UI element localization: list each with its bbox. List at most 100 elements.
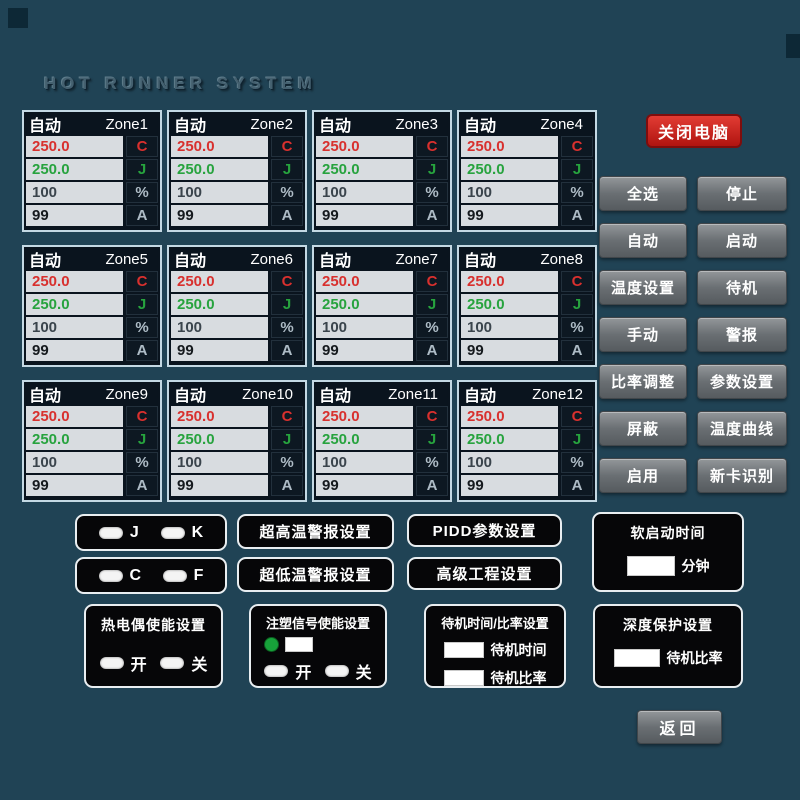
tc-type-k-option[interactable]: K (161, 524, 204, 542)
zone-set-value: 250.0 (171, 159, 268, 180)
zone-panel[interactable]: 自动 Zone10 250.0 C 250.0 J 100 % 99 A (167, 380, 307, 502)
zone-sensor-type-label: J (126, 159, 158, 180)
zone-power-row: 100 % (461, 452, 593, 473)
zone-temp-unit-label: C (126, 406, 158, 427)
enable-button[interactable]: 启用 (599, 458, 687, 493)
zone-power-row: 100 % (26, 452, 158, 473)
zone-panel[interactable]: 自动 Zone9 250.0 C 250.0 J 100 % 99 A (22, 380, 162, 502)
zone-output-percent: 100 (316, 452, 413, 473)
auto-mode-button[interactable]: 自动 (599, 223, 687, 258)
zone-panel[interactable]: 自动 Zone8 250.0 C 250.0 J 100 % 99 A (457, 245, 597, 367)
zone-temp-unit-label: C (271, 271, 303, 292)
zone-panel[interactable]: 自动 Zone12 250.0 C 250.0 J 100 % 99 A (457, 380, 597, 502)
zone-temp-value: 250.0 (316, 271, 413, 292)
zone-temp-row: 250.0 C (171, 271, 303, 292)
zone-temp-row: 250.0 C (461, 406, 593, 427)
tc-enable-off-option[interactable]: 关 (160, 651, 207, 675)
zone-panel[interactable]: 自动 Zone5 250.0 C 250.0 J 100 % 99 A (22, 245, 162, 367)
temp-setting-button[interactable]: 温度设置 (599, 270, 687, 305)
zone-current-value: 99 (26, 475, 123, 496)
ratio-adjust-button[interactable]: 比率调整 (599, 364, 687, 399)
soft-start-time-input[interactable] (627, 556, 675, 576)
stop-button[interactable]: 停止 (697, 176, 787, 211)
zone-name-label: Zone12 (532, 386, 583, 403)
zone-set-row: 250.0 J (26, 159, 158, 180)
zone-panel[interactable]: 自动 Zone6 250.0 C 250.0 J 100 % 99 A (167, 245, 307, 367)
radio-oval-icon (100, 657, 124, 669)
param-setting-button[interactable]: 参数设置 (697, 364, 787, 399)
new-card-detect-button[interactable]: 新卡识别 (697, 458, 787, 493)
zone-sensor-type-label: J (126, 429, 158, 450)
zone-current-value: 99 (316, 205, 413, 226)
zone-header: 自动 Zone3 (316, 114, 448, 134)
injection-off-option[interactable]: 关 (325, 659, 372, 683)
low-temp-alarm-settings-button[interactable]: 超低温警报设置 (237, 557, 394, 592)
zone-output-percent: 100 (316, 317, 413, 338)
zone-panel[interactable]: 自动 Zone2 250.0 C 250.0 J 100 % 99 A (167, 110, 307, 232)
advanced-settings-button[interactable]: 高级工程设置 (407, 557, 562, 590)
zone-panel[interactable]: 自动 Zone11 250.0 C 250.0 J 100 % 99 A (312, 380, 452, 502)
percent-unit-label: % (416, 182, 448, 203)
back-button[interactable]: 返回 (637, 710, 722, 744)
radio-oval-icon (325, 665, 349, 677)
zone-temp-unit-label: C (126, 271, 158, 292)
zone-temp-value: 250.0 (171, 136, 268, 157)
zone-panel[interactable]: 自动 Zone3 250.0 C 250.0 J 100 % 99 A (312, 110, 452, 232)
unit-c-option[interactable]: C (99, 567, 142, 585)
manual-mode-button[interactable]: 手动 (599, 317, 687, 352)
zone-name-label: Zone1 (105, 116, 148, 133)
zone-current-row: 99 A (461, 205, 593, 226)
select-all-button[interactable]: 全选 (599, 176, 687, 211)
ampere-unit-label: A (126, 205, 158, 226)
soft-start-unit-label: 分钟 (682, 556, 710, 576)
zone-header: 自动 Zone2 (171, 114, 303, 134)
start-button[interactable]: 启动 (697, 223, 787, 258)
zone-temp-value: 250.0 (461, 271, 558, 292)
zone-panel[interactable]: 自动 Zone4 250.0 C 250.0 J 100 % 99 A (457, 110, 597, 232)
tc-enable-on-option[interactable]: 开 (100, 651, 147, 675)
shutdown-computer-button[interactable]: 关闭电脑 (646, 114, 742, 148)
zone-temp-unit-label: C (271, 136, 303, 157)
injection-signal-input[interactable] (285, 637, 313, 652)
zone-mode-label: 自动 (464, 382, 496, 406)
zone-header: 自动 Zone11 (316, 384, 448, 404)
soft-start-label: 软启动时间 (594, 523, 742, 543)
pidd-param-settings-button[interactable]: PIDD参数设置 (407, 514, 562, 547)
zone-temp-unit-label: C (561, 271, 593, 292)
shield-button[interactable]: 屏蔽 (599, 411, 687, 446)
zone-set-row: 250.0 J (26, 294, 158, 315)
zone-sensor-type-label: J (416, 294, 448, 315)
zone-name-label: Zone10 (242, 386, 293, 403)
zone-mode-label: 自动 (319, 247, 351, 271)
zone-header: 自动 Zone5 (26, 249, 158, 269)
standby-time-input[interactable] (444, 642, 484, 658)
zone-header: 自动 Zone6 (171, 249, 303, 269)
zone-set-row: 250.0 J (171, 159, 303, 180)
tc-enable-off-label: 关 (191, 651, 207, 675)
zone-temp-row: 250.0 C (316, 406, 448, 427)
standby-ratio-input[interactable] (444, 670, 484, 686)
high-temp-alarm-settings-button[interactable]: 超高温警报设置 (237, 514, 394, 549)
standby-button[interactable]: 待机 (697, 270, 787, 305)
depth-standby-ratio-input[interactable] (614, 649, 660, 667)
temp-curve-button[interactable]: 温度曲线 (697, 411, 787, 446)
zone-mode-label: 自动 (29, 112, 61, 136)
zone-output-percent: 100 (171, 182, 268, 203)
zone-name-label: Zone4 (540, 116, 583, 133)
alarm-button[interactable]: 警报 (697, 317, 787, 352)
percent-unit-label: % (126, 182, 158, 203)
zone-header: 自动 Zone7 (316, 249, 448, 269)
zone-header: 自动 Zone9 (26, 384, 158, 404)
tc-type-k-label: K (192, 524, 204, 542)
zone-panel[interactable]: 自动 Zone7 250.0 C 250.0 J 100 % 99 A (312, 245, 452, 367)
zone-current-row: 99 A (26, 205, 158, 226)
unit-f-option[interactable]: F (163, 567, 204, 585)
zone-temp-row: 250.0 C (171, 406, 303, 427)
tc-type-j-option[interactable]: J (99, 524, 139, 542)
zone-sensor-type-label: J (561, 429, 593, 450)
zone-output-percent: 100 (26, 317, 123, 338)
zone-temp-row: 250.0 C (26, 406, 158, 427)
zone-mode-label: 自动 (464, 247, 496, 271)
injection-on-option[interactable]: 开 (264, 659, 311, 683)
zone-panel[interactable]: 自动 Zone1 250.0 C 250.0 J 100 % 99 A (22, 110, 162, 232)
